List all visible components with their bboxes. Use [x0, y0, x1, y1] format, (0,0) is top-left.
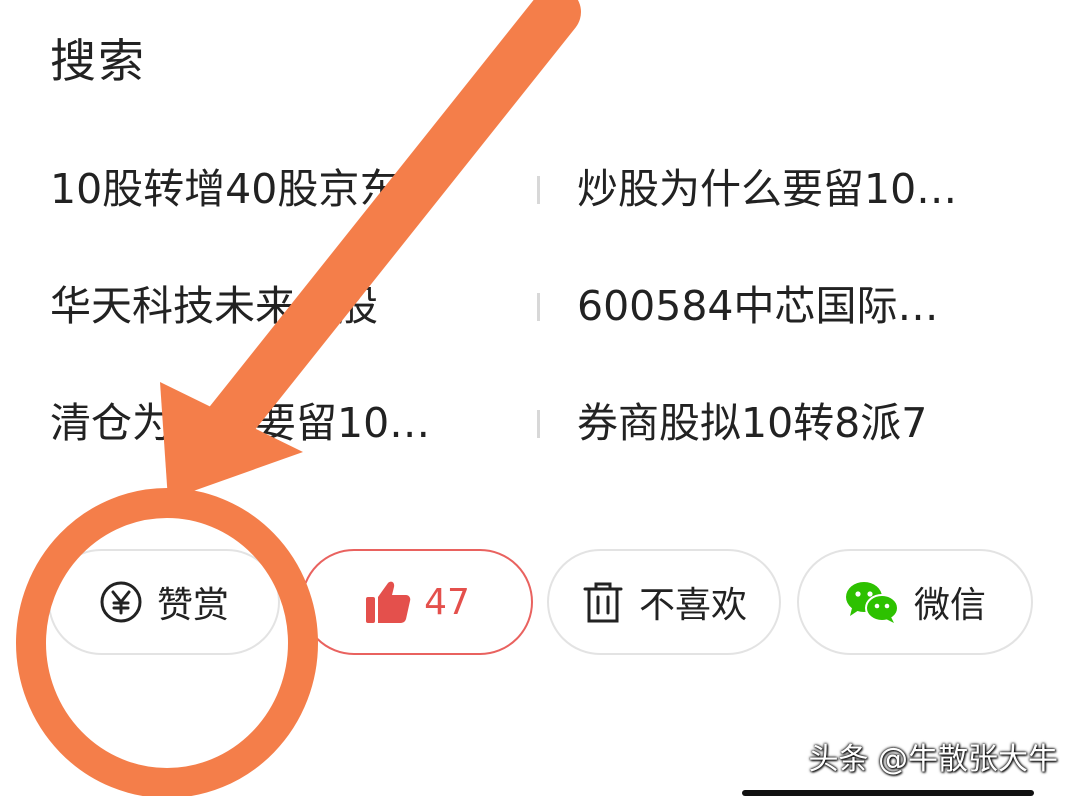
search-suggestion[interactable]: 清仓为什么要留10…	[50, 394, 495, 452]
search-row: 10股转增40股京东方 炒股为什么要留10…	[50, 132, 1040, 249]
watermark: 头条 @牛散张大牛	[808, 742, 1058, 777]
trash-icon	[581, 580, 625, 624]
like-count: 47	[424, 581, 470, 623]
search-suggestion[interactable]: 券商股拟10转8派7	[577, 394, 1022, 452]
thumbs-up-icon	[364, 579, 412, 625]
column-divider	[537, 293, 540, 321]
home-indicator-bar	[742, 790, 1034, 796]
search-section-title: 搜索	[50, 34, 146, 88]
dislike-button[interactable]: 不喜欢	[547, 549, 781, 655]
search-suggestion[interactable]: 10股转增40股京东方	[50, 160, 495, 218]
search-row: 华天科技未来牛股 600584中芯国际…	[50, 249, 1040, 366]
search-suggestion[interactable]: 华天科技未来牛股	[50, 277, 495, 335]
search-row: 清仓为什么要留10… 券商股拟10转8派7	[50, 366, 1040, 483]
search-suggestion[interactable]: 炒股为什么要留10…	[577, 160, 1022, 218]
dislike-label: 不喜欢	[638, 585, 747, 626]
reward-button[interactable]: 赞赏	[48, 549, 280, 655]
article-footer-page: 搜索 10股转增40股京东方 炒股为什么要留10… 华天科技未来牛股 60058…	[0, 0, 1080, 796]
like-button[interactable]: 47	[301, 549, 533, 655]
search-suggestion[interactable]: 600584中芯国际…	[577, 277, 1022, 335]
reward-label: 赞赏	[156, 585, 229, 626]
wechat-label: 微信	[913, 585, 986, 626]
related-search-grid: 10股转增40股京东方 炒股为什么要留10… 华天科技未来牛股 600584中芯…	[50, 132, 1040, 483]
column-divider	[537, 176, 540, 204]
action-bar: 赞赏 47 不喜欢 微信	[0, 549, 1080, 657]
wechat-icon	[844, 580, 900, 624]
column-divider	[537, 410, 540, 438]
yen-circle-icon	[99, 580, 143, 624]
wechat-share-button[interactable]: 微信	[797, 549, 1033, 655]
